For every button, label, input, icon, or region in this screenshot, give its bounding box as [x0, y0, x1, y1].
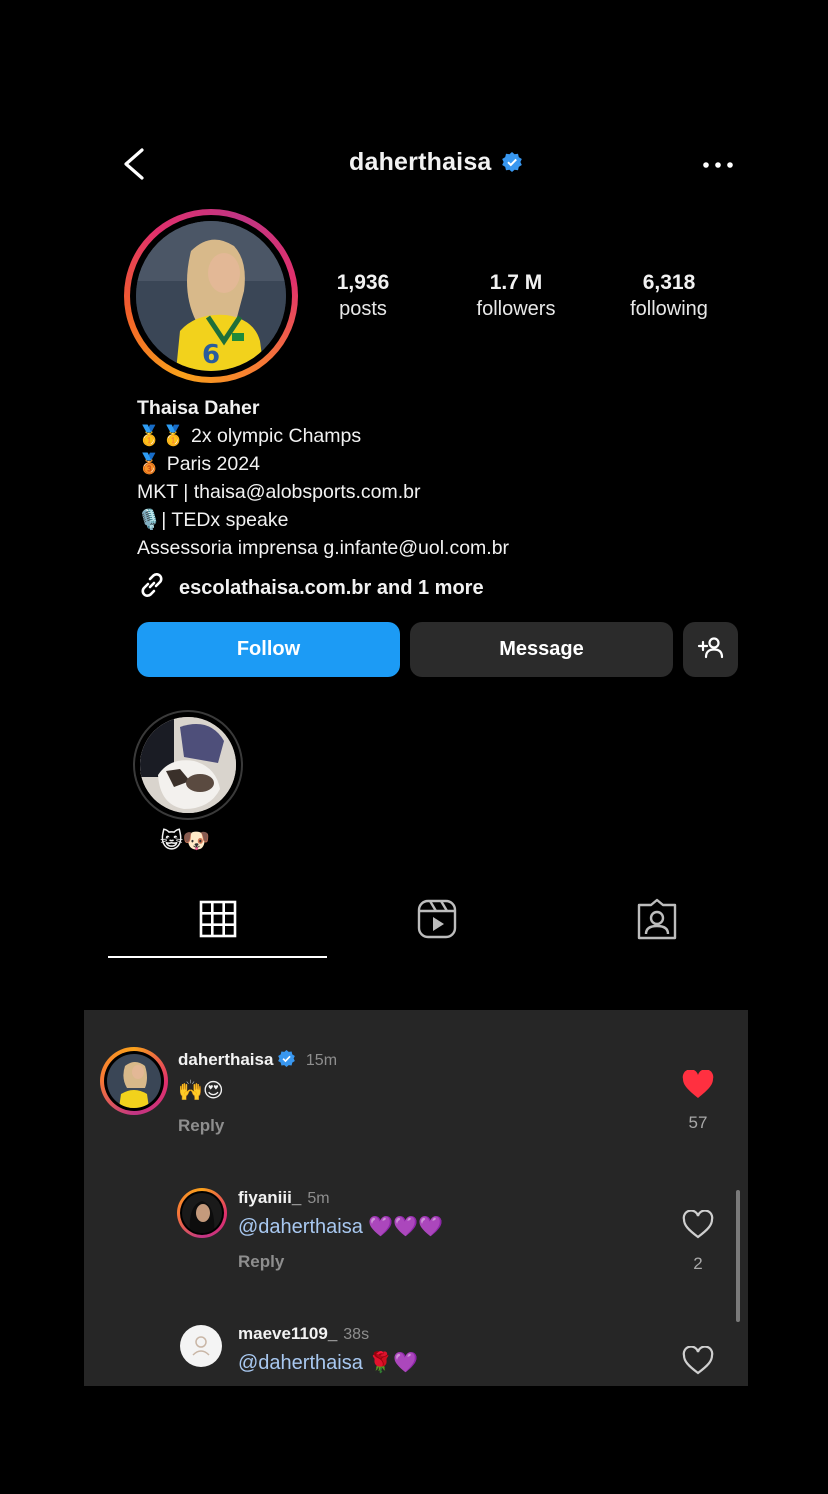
comment-emoji: 🌹💜: [368, 1352, 419, 1374]
highlight-label: 😺🐶: [160, 828, 211, 853]
profile-username-header: daherthaisa: [349, 148, 522, 179]
comment-username[interactable]: daherthaisa: [178, 1050, 273, 1069]
posts-count[interactable]: 1,936 posts: [288, 270, 438, 322]
active-tab-indicator: [108, 956, 327, 958]
reply-button[interactable]: Reply: [238, 1252, 284, 1272]
more-options-icon[interactable]: [700, 156, 736, 174]
story-highlight[interactable]: [133, 710, 243, 820]
link-icon: [137, 570, 179, 606]
mention-link[interactable]: @daherthaisa: [238, 1216, 363, 1238]
reply-button[interactable]: Reply: [178, 1116, 224, 1136]
follow-button[interactable]: Follow: [137, 622, 400, 677]
comment-username[interactable]: maeve1109_: [238, 1324, 337, 1343]
comment-avatar[interactable]: [180, 1325, 222, 1367]
bio-line-paris: 🥉 Paris 2024: [137, 453, 260, 475]
following-count[interactable]: 6,318 following: [594, 270, 744, 322]
bio-line-olympic: 🥇🥇 2x olympic Champs: [137, 425, 362, 447]
avatar-photo: 6: [136, 221, 286, 371]
comment-text: @daherthaisa 💜💜💜: [238, 1214, 443, 1239]
verified-badge-icon: [501, 150, 522, 179]
grid-icon[interactable]: [196, 897, 240, 941]
profile-bio: Thaisa Daher 🥇🥇 2x olympic Champs 🥉 Pari…: [137, 394, 509, 562]
following-label: following: [630, 298, 708, 320]
mention-link[interactable]: @daherthaisa: [238, 1352, 363, 1374]
comments-scrollbar[interactable]: [736, 1190, 740, 1322]
following-value: 6,318: [642, 271, 696, 294]
comment-header: fiyaniii_ 5m: [238, 1188, 330, 1208]
svg-text:6: 6: [202, 340, 220, 370]
profile-avatar[interactable]: 6: [124, 209, 298, 383]
comment-time: 15m: [305, 1052, 338, 1069]
comment-time: 38s: [343, 1326, 370, 1343]
like-count: 57: [688, 1113, 708, 1132]
comment-username[interactable]: fiyaniii_: [238, 1188, 301, 1207]
comment-avatar[interactable]: [100, 1047, 168, 1115]
followers-value: 1.7 M: [489, 271, 543, 294]
posts-value: 1,936: [336, 271, 390, 294]
like-count: 2: [693, 1254, 703, 1273]
tagged-icon[interactable]: [635, 897, 679, 941]
followers-count[interactable]: 1.7 M followers: [441, 270, 591, 322]
comment-header: daherthaisa 15m: [178, 1050, 337, 1072]
profile-link[interactable]: escolathaisa.com.br and 1 more: [137, 570, 484, 606]
profile-display-name: Thaisa Daher: [137, 397, 260, 419]
posts-label: posts: [339, 298, 387, 320]
heart-outline-icon[interactable]: [682, 1345, 714, 1381]
comment-avatar[interactable]: [177, 1188, 227, 1238]
username-text: daherthaisa: [349, 148, 492, 176]
comment-header: maeve1109_ 38s: [238, 1324, 369, 1344]
heart-filled-icon[interactable]: [682, 1069, 714, 1105]
link-text: escolathaisa.com.br and 1 more: [179, 576, 484, 599]
verified-badge-icon: [278, 1050, 296, 1072]
highlight-cover-photo: [140, 717, 236, 813]
followers-label: followers: [476, 298, 556, 320]
comments-panel[interactable]: daherthaisa 15m 🙌😍 Reply 57 fiyaniii_ 5m …: [84, 1010, 748, 1386]
bio-line-press: Assessoria imprensa g.infante@uol.com.br: [137, 537, 510, 559]
comment-time: 5m: [307, 1190, 330, 1207]
suggested-users-button[interactable]: [683, 622, 738, 677]
add-user-icon: [697, 635, 725, 665]
bio-line-tedx: 🎙️| TEDx speake: [137, 509, 289, 531]
comment-text: 🙌😍: [178, 1080, 224, 1102]
bio-line-mkt: MKT | thaisa@alobsports.com.br: [137, 481, 421, 503]
heart-outline-icon[interactable]: [682, 1209, 714, 1245]
reels-icon[interactable]: [415, 897, 459, 941]
message-button[interactable]: Message: [410, 622, 673, 677]
comment-text: @daherthaisa 🌹💜: [238, 1350, 418, 1375]
back-arrow-icon[interactable]: [118, 146, 152, 182]
comment-emoji: 💜💜💜: [368, 1216, 444, 1238]
